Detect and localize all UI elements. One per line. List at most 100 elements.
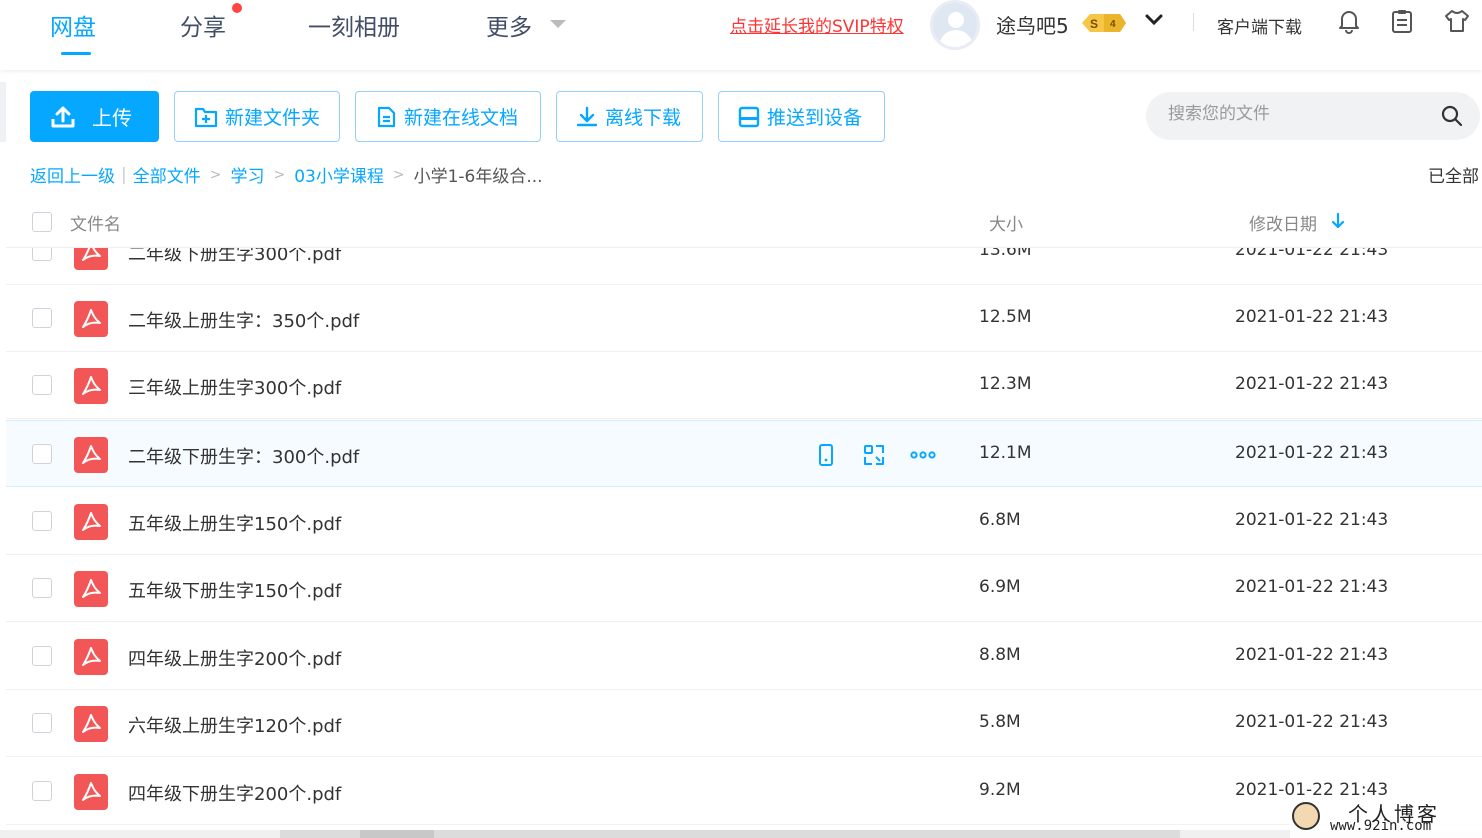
row-checkbox[interactable]: [32, 511, 52, 531]
new-folder-button[interactable]: 新建文件夹: [174, 91, 340, 142]
file-name[interactable]: 三年级上册生字300个.pdf: [128, 374, 341, 400]
push-to-device-button[interactable]: 推送到设备: [718, 91, 885, 142]
row-checkbox[interactable]: [32, 578, 52, 598]
top-navigation-bar: 网盘 分享 一刻相册 更多 点击延长我的SVIP特权 途鸟吧5 S 4 客户端下…: [0, 0, 1482, 70]
share-icon[interactable]: [862, 443, 886, 467]
row-checkbox[interactable]: [32, 444, 52, 464]
row-checkbox[interactable]: [32, 308, 52, 328]
breadcrumb-study[interactable]: 学习: [230, 162, 264, 187]
row-checkbox[interactable]: [32, 781, 52, 801]
back-link[interactable]: 返回上一级: [30, 162, 115, 187]
client-download-link[interactable]: 客户端下载: [1217, 13, 1302, 38]
more-icon[interactable]: [910, 443, 936, 467]
svip-badge-icon: S 4: [1082, 14, 1126, 32]
column-date-header[interactable]: 修改日期: [1249, 210, 1317, 235]
upload-label: 上传: [92, 106, 132, 130]
file-name[interactable]: 六年级上册生字120个.pdf: [128, 712, 341, 738]
breadcrumb-divider: |: [121, 164, 127, 185]
offline-download-label: 离线下载: [605, 107, 682, 129]
tab-share[interactable]: 分享: [180, 8, 226, 42]
tab-album[interactable]: 一刻相册: [308, 8, 400, 42]
shirt-icon[interactable]: [1444, 8, 1470, 34]
device-icon: [738, 106, 760, 127]
active-tab-indicator: [61, 52, 91, 55]
horizontal-scrollbar[interactable]: [0, 830, 1482, 838]
avatar[interactable]: [930, 0, 980, 50]
phone-icon[interactable]: [814, 443, 838, 467]
file-date: 2021-01-22 21:43: [1235, 780, 1389, 800]
file-date: 2021-01-22 21:43: [1235, 443, 1389, 463]
file-size: 12.5M: [979, 307, 1032, 327]
file-name[interactable]: 二年级下册生字：300个.pdf: [128, 443, 359, 469]
file-row[interactable]: 三年级上册生字300个.pdf 12.3M 2021-01-22 21:43: [6, 352, 1482, 419]
new-folder-label: 新建文件夹: [225, 107, 321, 129]
pdf-file-icon: [74, 639, 108, 675]
push-to-device-label: 推送到设备: [767, 107, 863, 129]
file-name[interactable]: 二年级上册生字：350个.pdf: [128, 307, 359, 333]
file-name[interactable]: 四年级下册生字200个.pdf: [128, 780, 341, 806]
vip-level: 4: [1110, 19, 1116, 30]
clipboard-icon[interactable]: [1389, 8, 1415, 34]
file-row[interactable]: 二年级上册生字：350个.pdf 12.5M 2021-01-22 21:43: [6, 285, 1482, 352]
file-row[interactable]: 四年级下册生字200个.pdf 9.2M 2021-01-22 21:43: [6, 758, 1482, 825]
breadcrumb-current: 小学1-6年级合...: [413, 167, 543, 187]
pdf-file-icon: [74, 571, 108, 607]
notification-dot: [232, 3, 242, 13]
watermark-url: www.92in.com: [1330, 818, 1432, 834]
breadcrumb: 返回上一级 | 全部文件 > 学习 > 03小学课程 > 小学1-6年级合...: [30, 162, 543, 188]
upload-icon: [51, 106, 75, 127]
file-name[interactable]: 五年级下册生字150个.pdf: [128, 577, 341, 603]
username[interactable]: 途鸟吧5: [996, 10, 1069, 39]
row-checkbox[interactable]: [32, 375, 52, 395]
file-size: 5.8M: [979, 712, 1021, 732]
offline-download-button[interactable]: 离线下载: [556, 91, 703, 142]
file-date: 2021-01-22 21:43: [1235, 577, 1389, 597]
row-checkbox[interactable]: [32, 713, 52, 733]
scrollbar-thumb[interactable]: [360, 830, 434, 838]
row-checkbox[interactable]: [32, 646, 52, 666]
pdf-file-icon: [74, 301, 108, 337]
tab-more[interactable]: 更多: [486, 8, 532, 42]
file-date: 2021-01-22 21:43: [1235, 712, 1389, 732]
file-date: 2021-01-22 21:43: [1235, 374, 1389, 394]
search-box: [1146, 92, 1480, 140]
bell-icon[interactable]: [1336, 8, 1362, 34]
column-name-header[interactable]: 文件名: [70, 210, 121, 235]
download-icon: [576, 106, 598, 126]
file-size: 12.1M: [979, 443, 1032, 463]
file-row[interactable]: 六年级上册生字120个.pdf 5.8M 2021-01-22 21:43: [6, 690, 1482, 757]
svip-extend-link[interactable]: 点击延长我的SVIP特权: [730, 12, 904, 37]
file-row-hovered[interactable]: 二年级下册生字：300个.pdf 12.1M 2021-01-22 21:43: [6, 420, 1482, 487]
select-all-checkbox[interactable]: [32, 212, 52, 232]
blog-watermark: 个人博客 www.92in.com: [1290, 798, 1482, 838]
divider: [1193, 13, 1194, 31]
folder-plus-icon: [194, 107, 218, 127]
breadcrumb-primary-course[interactable]: 03小学课程: [294, 162, 384, 187]
tab-netdisk[interactable]: 网盘: [50, 8, 96, 42]
file-name[interactable]: 五年级上册生字150个.pdf: [128, 510, 341, 536]
pdf-file-icon: [74, 706, 108, 742]
file-row[interactable]: 四年级上册生字200个.pdf 8.8M 2021-01-22 21:43: [6, 623, 1482, 690]
file-list: 二年级下册生字300个.pdf 13.6M 2021-01-22 21:43 二…: [6, 218, 1482, 830]
search-icon[interactable]: [1441, 105, 1463, 127]
new-online-doc-label: 新建在线文档: [404, 107, 519, 129]
upload-button[interactable]: 上传: [30, 91, 159, 142]
column-size-header[interactable]: 大小: [989, 210, 1023, 235]
file-list-header: 文件名 大小 修改日期: [6, 200, 1482, 248]
file-row[interactable]: 五年级下册生字150个.pdf 6.9M 2021-01-22 21:43: [6, 555, 1482, 622]
svg-text:S: S: [1090, 17, 1098, 31]
file-date: 2021-01-22 21:43: [1235, 307, 1389, 327]
file-name[interactable]: 四年级上册生字200个.pdf: [128, 645, 341, 671]
left-edge-strip: [0, 82, 6, 142]
file-size: 9.2M: [979, 780, 1021, 800]
sort-desc-icon[interactable]: [1330, 212, 1346, 230]
file-row[interactable]: 五年级上册生字150个.pdf 6.8M 2021-01-22 21:43: [6, 488, 1482, 555]
new-online-doc-button[interactable]: 新建在线文档: [355, 91, 541, 142]
file-size: 6.9M: [979, 577, 1021, 597]
file-date: 2021-01-22 21:43: [1235, 510, 1389, 530]
file-size: 12.3M: [979, 374, 1032, 394]
search-input[interactable]: [1168, 104, 1428, 124]
breadcrumb-all-files[interactable]: 全部文件: [133, 162, 201, 187]
chevron-down-icon[interactable]: [1144, 10, 1164, 30]
more-caret-icon[interactable]: [550, 20, 566, 28]
